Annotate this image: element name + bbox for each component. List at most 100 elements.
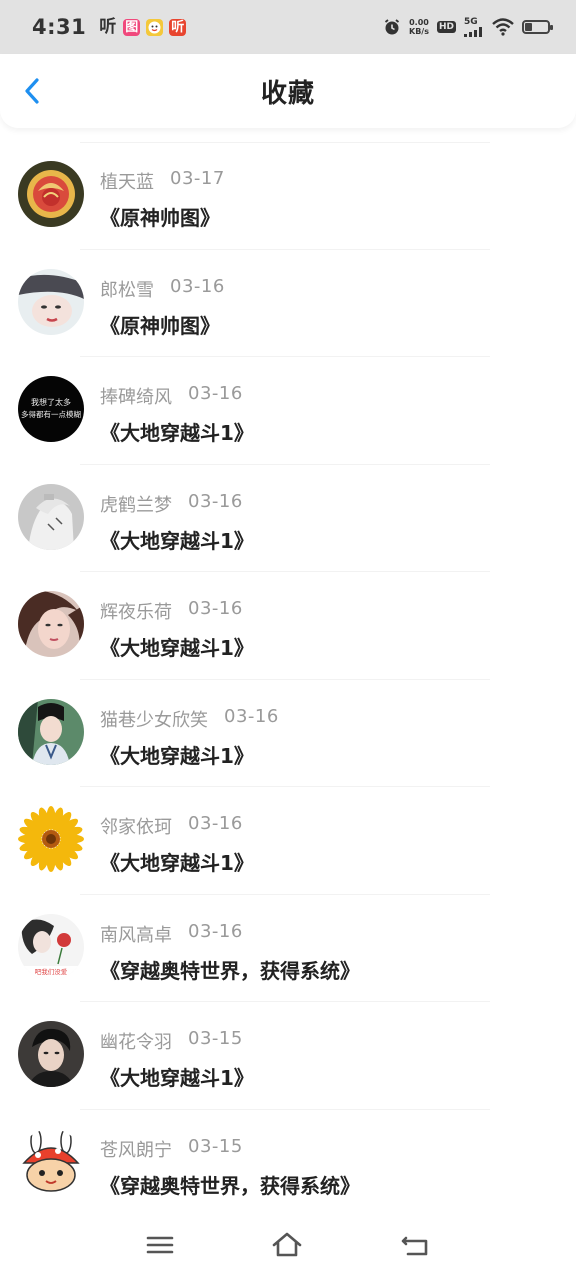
username: 邻家依珂 (100, 817, 172, 838)
avatar-caption: 吧我们没爱 (35, 967, 68, 976)
meta-line: 猫巷少女欣笑 03-16 (100, 706, 279, 732)
list-item[interactable]: 植天蓝 03-17 《原神帅图》 (0, 142, 576, 250)
book-title[interactable]: 《大地穿越斗1》 (100, 417, 254, 446)
username: 苍风朗宁 (100, 1139, 172, 1161)
avatar-image (18, 698, 84, 765)
item-text: 捧碑绮风 03-16 《大地穿越斗1》 (100, 383, 254, 446)
date: 03-17 (170, 168, 225, 189)
avatar-image: 吧我们没爱 (18, 913, 84, 980)
home-button[interactable] (270, 1230, 304, 1260)
list-item[interactable]: 辉夜乐荷 03-16 《大地穿越斗1》 (0, 572, 576, 680)
status-time: 4:31 (32, 15, 87, 39)
avatar-image (18, 268, 84, 335)
date: 03-16 (188, 920, 243, 942)
item-text: 南风高卓 03-16 《穿越奥特世界，获得系统》 (100, 921, 360, 984)
avatar[interactable] (18, 698, 84, 765)
avatar[interactable] (18, 1021, 84, 1087)
list-item[interactable]: 我想了太多 多得都有一点模糊 捧碑绮风 03-16 《大地穿越斗1》 (0, 357, 576, 465)
book-title[interactable]: 《原神帅图》 (100, 310, 225, 339)
meta-line: 捧碑绮风 03-16 (100, 383, 254, 409)
avatar[interactable]: 吧我们没爱 (18, 913, 84, 980)
avatar[interactable] (18, 806, 84, 872)
username: 幽花令羽 (100, 1032, 172, 1053)
navigation-bar (0, 1210, 576, 1280)
book-title[interactable]: 《大地穿越斗1》 (100, 1062, 254, 1091)
avatar-image (18, 1128, 84, 1195)
meta-line: 邻家依珂 03-16 (100, 813, 254, 839)
system-indicators: 0.00 KB/s HD 5G (383, 16, 553, 37)
book-title[interactable]: 《大地穿越斗1》 (100, 740, 279, 769)
date: 03-16 (170, 275, 225, 297)
list-item[interactable]: 猫巷少女欣笑 03-16 《大地穿越斗1》 (0, 680, 576, 787)
favorites-list: 植天蓝 03-17 《原神帅图》 郎松雪 03-16 《原神帅图》 我想了太多 … (0, 142, 576, 1217)
meta-line: 南风高卓 03-16 (100, 921, 360, 947)
list-item[interactable]: 苍风朗宁 03-15 《穿越奥特世界，获得系统》 (0, 1110, 576, 1217)
username: 捧碑绮风 (100, 387, 172, 408)
avatar-image (18, 161, 84, 227)
avatar-image (18, 483, 84, 550)
date: 03-16 (224, 705, 279, 727)
signal-label: 5G (464, 16, 478, 27)
meta-line: 虎鹤兰梦 03-16 (100, 491, 254, 517)
book-title[interactable]: 《大地穿越斗1》 (100, 525, 254, 554)
avatar-image (18, 806, 84, 872)
username: 南风高卓 (100, 924, 172, 946)
menu-icon (146, 1236, 174, 1254)
list-item[interactable]: 邻家依珂 03-16 《大地穿越斗1》 (0, 787, 576, 895)
avatar-caption: 多得都有一点模糊 (21, 409, 81, 419)
avatar[interactable] (18, 483, 84, 550)
avatar[interactable] (18, 1128, 84, 1195)
avatar-caption: 我想了太多 (31, 397, 71, 407)
chevron-left-icon (25, 78, 39, 104)
list-item[interactable]: 幽花令羽 03-15 《大地穿越斗1》 (0, 1002, 576, 1110)
date: 03-15 (188, 1028, 243, 1049)
home-icon (272, 1232, 302, 1257)
username: 郎松雪 (100, 279, 154, 301)
menu-button[interactable] (143, 1230, 177, 1260)
back-button[interactable] (18, 76, 48, 106)
item-text: 苍风朗宁 03-15 《穿越奥特世界，获得系统》 (100, 1136, 360, 1199)
avatar[interactable] (18, 161, 84, 227)
book-title[interactable]: 《穿越奥特世界，获得系统》 (100, 955, 360, 984)
avatar-image: 我想了太多 多得都有一点模糊 (18, 376, 84, 442)
meta-line: 郎松雪 03-16 (100, 276, 225, 302)
avatar[interactable]: 我想了太多 多得都有一点模糊 (18, 376, 84, 442)
book-title[interactable]: 《大地穿越斗1》 (100, 632, 254, 661)
item-text: 猫巷少女欣笑 03-16 《大地穿越斗1》 (100, 706, 279, 769)
red-listen-app-icon: 听 (169, 18, 187, 36)
meta-line: 辉夜乐荷 03-16 (100, 598, 254, 624)
username: 植天蓝 (100, 172, 154, 193)
battery-icon (522, 20, 553, 34)
list-item[interactable]: 虎鹤兰梦 03-16 《大地穿越斗1》 (0, 465, 576, 572)
item-text: 虎鹤兰梦 03-16 《大地穿越斗1》 (100, 491, 254, 554)
list-item[interactable]: 郎松雪 03-16 《原神帅图》 (0, 250, 576, 357)
pink-app-icon: 图 (123, 18, 141, 36)
book-title[interactable]: 《大地穿越斗1》 (100, 847, 254, 876)
back-nav-button[interactable] (398, 1230, 432, 1260)
meta-line: 苍风朗宁 03-15 (100, 1136, 360, 1162)
yellow-app-icon (146, 18, 164, 36)
listen-app-icon: 听 (99, 16, 117, 37)
battery-level (525, 23, 532, 31)
avatar[interactable] (18, 268, 84, 335)
username: 虎鹤兰梦 (100, 494, 172, 516)
book-title[interactable]: 《穿越奥特世界，获得系统》 (100, 1170, 360, 1199)
item-text: 郎松雪 03-16 《原神帅图》 (100, 276, 225, 339)
network-speed: 0.00 KB/s (409, 18, 429, 36)
date: 03-16 (188, 383, 243, 404)
date: 03-16 (188, 813, 243, 834)
status-bar: 4:31 听 图 听 0.00 KB/s HD 5G (0, 0, 576, 54)
item-text: 邻家依珂 03-16 《大地穿越斗1》 (100, 813, 254, 876)
header: 收藏 (0, 54, 576, 128)
signal-bars-icon (464, 26, 482, 37)
book-title[interactable]: 《原神帅图》 (100, 202, 225, 231)
cellular-signal: 5G (464, 16, 484, 37)
meta-line: 植天蓝 03-17 (100, 168, 225, 194)
item-text: 幽花令羽 03-15 《大地穿越斗1》 (100, 1028, 254, 1091)
item-text: 植天蓝 03-17 《原神帅图》 (100, 168, 225, 231)
back-icon (401, 1236, 428, 1256)
avatar[interactable] (18, 591, 84, 657)
hd-badge: HD (436, 21, 456, 33)
list-item[interactable]: 吧我们没爱 南风高卓 03-16 《穿越奥特世界，获得系统》 (0, 895, 576, 1002)
network-speed-unit: KB/s (409, 27, 429, 36)
